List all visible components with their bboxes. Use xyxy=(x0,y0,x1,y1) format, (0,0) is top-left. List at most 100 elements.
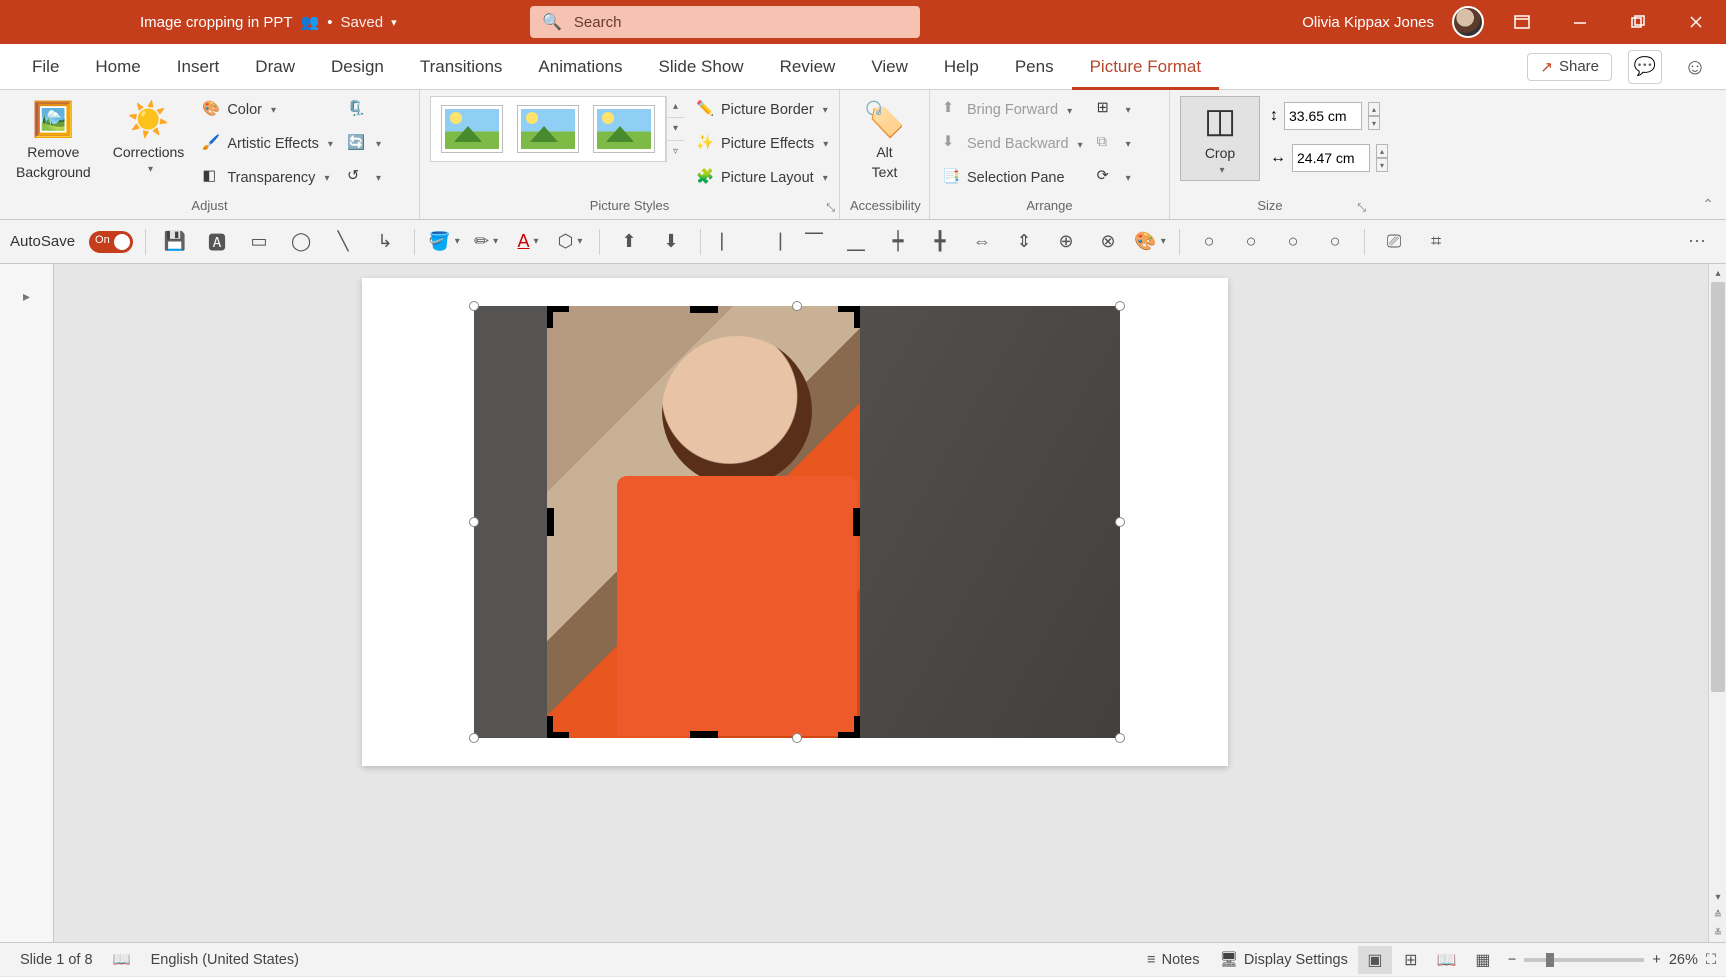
qat-snap-icon[interactable]: ⌗ xyxy=(1419,227,1453,257)
gallery-more-icon[interactable]: ▿ xyxy=(667,141,684,162)
tab-file[interactable]: File xyxy=(14,44,77,90)
ribbon-display-options[interactable] xyxy=(1502,2,1542,42)
qat-fill-icon[interactable]: 🪣 xyxy=(427,227,461,257)
selection-handle-tl[interactable] xyxy=(469,301,479,311)
vertical-scrollbar[interactable]: ▴ ▾ ≙ ≚ xyxy=(1708,264,1726,942)
save-state-dropdown-icon[interactable]: ▾ xyxy=(391,16,397,29)
crop-handle-bm[interactable] xyxy=(690,731,718,738)
qat-align-bottom-icon[interactable]: ⎽ xyxy=(839,227,873,257)
maximize-button[interactable] xyxy=(1618,2,1658,42)
styles-launcher-icon[interactable]: ⤡ xyxy=(826,202,835,215)
selection-handle-br[interactable] xyxy=(1115,733,1125,743)
chevron-down-icon[interactable] xyxy=(1074,136,1083,152)
qat-outline-icon[interactable]: ✏ xyxy=(469,227,503,257)
qat-distribute-v-icon[interactable]: ⇕ xyxy=(1007,227,1041,257)
selection-handle-ml[interactable] xyxy=(469,517,479,527)
qat-align-top-icon[interactable]: ⎺ xyxy=(797,227,831,257)
picture-styles-gallery[interactable] xyxy=(430,96,666,162)
qat-align-slide-icon[interactable]: ⎚ xyxy=(1377,227,1411,257)
language-button[interactable]: English (United States) xyxy=(141,943,309,977)
qat-circle3-icon[interactable]: ○ xyxy=(1276,227,1310,257)
color-button[interactable]: 🎨Color xyxy=(200,96,335,124)
picture-effects-button[interactable]: ✨Picture Effects xyxy=(694,130,830,158)
scrollbar-thumb[interactable] xyxy=(1711,282,1725,692)
qat-center-vert-icon[interactable]: ⊗ xyxy=(1091,227,1125,257)
picture-layout-button[interactable]: 🧩Picture Layout xyxy=(694,164,830,192)
tab-transitions[interactable]: Transitions xyxy=(402,44,521,90)
scroll-up-icon[interactable]: ▴ xyxy=(1709,264,1726,282)
qat-circle1-icon[interactable]: ○ xyxy=(1192,227,1226,257)
selection-handle-bl[interactable] xyxy=(469,733,479,743)
tab-view[interactable]: View xyxy=(853,44,926,90)
normal-view-icon[interactable]: ▣ xyxy=(1358,946,1392,974)
selection-handle-bm[interactable] xyxy=(792,733,802,743)
qat-palette-icon[interactable]: 🎨 xyxy=(1133,227,1167,257)
width-up-icon[interactable]: ▴ xyxy=(1376,144,1388,158)
qat-bring-front-icon[interactable]: ⬆ xyxy=(612,227,646,257)
tab-home[interactable]: Home xyxy=(77,44,158,90)
qat-circle2-icon[interactable]: ○ xyxy=(1234,227,1268,257)
artistic-effects-button[interactable]: 🖌️Artistic Effects xyxy=(200,130,335,158)
crop-handle-tr[interactable] xyxy=(838,306,860,328)
selection-handle-mr[interactable] xyxy=(1115,517,1125,527)
qat-rectangle-icon[interactable]: ▭ xyxy=(242,227,276,257)
gallery-up-icon[interactable]: ▴ xyxy=(667,96,684,118)
slideshow-view-icon[interactable]: ▦ xyxy=(1466,946,1500,974)
qat-merge-icon[interactable]: ⬡ xyxy=(553,227,587,257)
qat-align-left-icon[interactable]: ⎸ xyxy=(713,227,747,257)
change-picture-button[interactable]: 🔄 xyxy=(345,130,383,158)
crop-handle-tm[interactable] xyxy=(690,306,718,313)
qat-save-icon[interactable]: 💾 xyxy=(158,227,192,257)
qat-center-horiz-icon[interactable]: ⊕ xyxy=(1049,227,1083,257)
user-avatar[interactable] xyxy=(1452,6,1484,38)
comments-button[interactable]: 💬 xyxy=(1628,50,1662,84)
send-backward-button[interactable]: ⬇Send Backward xyxy=(940,130,1085,158)
crop-handle-bl[interactable] xyxy=(547,716,569,738)
alt-text-button[interactable]: 🏷️ Alt Text xyxy=(845,96,925,184)
qat-textbox-icon[interactable]: 🅰 xyxy=(200,227,234,257)
thumbnail-panel-collapsed[interactable]: ▸ xyxy=(0,264,54,942)
qat-fontcolor-icon[interactable]: A xyxy=(511,227,545,257)
qat-line-icon[interactable]: ╲ xyxy=(326,227,360,257)
selection-handle-tm[interactable] xyxy=(792,301,802,311)
width-input[interactable] xyxy=(1292,144,1370,172)
tab-help[interactable]: Help xyxy=(926,44,997,90)
height-up-icon[interactable]: ▴ xyxy=(1368,102,1380,116)
group-button[interactable]: ⧉ xyxy=(1095,130,1133,158)
close-button[interactable] xyxy=(1676,2,1716,42)
search-box[interactable]: 🔍 Search xyxy=(530,6,920,38)
style-thumb-1[interactable] xyxy=(441,105,503,153)
rotate-button[interactable]: ⟳ xyxy=(1095,164,1133,192)
crop-handle-mr[interactable] xyxy=(853,508,860,536)
minimize-button[interactable] xyxy=(1560,2,1600,42)
height-down-icon[interactable]: ▾ xyxy=(1368,116,1380,130)
prev-slide-icon[interactable]: ≙ xyxy=(1709,906,1726,924)
style-thumb-3[interactable] xyxy=(593,105,655,153)
remove-background-button[interactable]: 🖼️ Remove Background xyxy=(10,96,97,184)
height-field[interactable]: ↕ ▴▾ xyxy=(1270,102,1388,130)
width-down-icon[interactable]: ▾ xyxy=(1376,158,1388,172)
width-field[interactable]: ↔ ▴▾ xyxy=(1270,144,1388,172)
collapse-ribbon-icon[interactable]: ⌃ xyxy=(1702,196,1714,213)
transparency-button[interactable]: ◧Transparency xyxy=(200,164,335,192)
align-button[interactable]: ⊞ xyxy=(1095,96,1133,124)
chevron-down-icon[interactable] xyxy=(1063,102,1072,118)
reading-view-icon[interactable]: 📖 xyxy=(1430,946,1464,974)
tab-design[interactable]: Design xyxy=(313,44,402,90)
tab-draw[interactable]: Draw xyxy=(237,44,313,90)
crop-button[interactable]: ◫ Crop xyxy=(1180,96,1260,181)
compress-pictures-button[interactable]: 🗜️ xyxy=(345,96,383,124)
scroll-down-icon[interactable]: ▾ xyxy=(1709,888,1726,906)
qat-send-back-icon[interactable]: ⬇ xyxy=(654,227,688,257)
notes-button[interactable]: ≡Notes xyxy=(1137,943,1209,977)
fit-to-window-icon[interactable]: ⛶ xyxy=(1706,952,1716,968)
feedback-button[interactable]: ☺ xyxy=(1678,50,1712,84)
zoom-slider[interactable] xyxy=(1524,958,1644,962)
qat-distribute-h-icon[interactable]: ⇔ xyxy=(965,227,999,257)
spellcheck-button[interactable]: 📖 xyxy=(103,943,141,977)
style-thumb-2[interactable] xyxy=(517,105,579,153)
display-settings-button[interactable]: 🖥Display Settings xyxy=(1209,943,1357,977)
expand-thumbnails-icon[interactable]: ▸ xyxy=(23,288,30,942)
corrections-button[interactable]: ☀️ Corrections xyxy=(107,96,191,179)
qat-align-right-icon[interactable]: ⎹ xyxy=(755,227,789,257)
